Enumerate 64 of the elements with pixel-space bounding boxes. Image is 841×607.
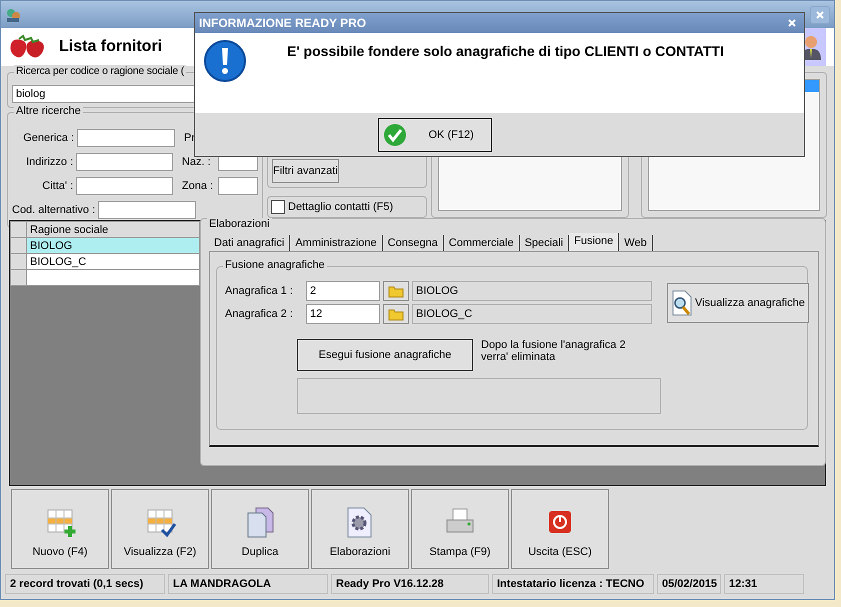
folder-icon [388,284,404,298]
readonly-field: BIOLOG [412,281,652,301]
field-label: Naz. : [182,156,212,168]
row-header [10,270,26,286]
status-field: 2 record trovati (0,1 secs) [5,574,165,594]
checkbox[interactable] [271,200,285,214]
table-cell[interactable]: BIOLOG [26,238,200,254]
input-field[interactable] [218,177,258,195]
group-label: Fusione anagrafiche [223,259,327,271]
toolbar-button[interactable]: Visualizza (F2) [111,489,209,569]
browse-button[interactable] [383,304,409,324]
close-icon [787,18,797,28]
field-label: Cod. alternativo : [12,204,96,216]
input-field[interactable] [76,177,173,195]
browse-button[interactable] [383,281,409,301]
merge-button[interactable]: Esegui fusione anagrafiche [297,339,473,371]
toolbar-button[interactable]: Elaborazioni [311,489,409,569]
status-field: 05/02/2015 [657,574,721,594]
group-label: Altre ricerche [14,105,83,117]
close-button[interactable] [810,6,830,24]
close-icon [815,10,825,20]
toolbar-button[interactable]: Stampa (F9) [411,489,509,569]
readonly-field: BIOLOG_C [412,304,652,324]
status-field: Ready Pro V16.12.28 [331,574,489,594]
table-cell[interactable]: BIOLOG_C [26,254,200,270]
row-header[interactable] [10,238,26,254]
field-label: Anagrafica 1 : [225,285,294,297]
toolbar-button[interactable]: Duplica [211,489,309,569]
field-label: Pr [184,132,196,144]
group-label: Elaborazioni [207,218,272,230]
note-text: Dopo la fusione l'anagrafica 2 verra' eliminata [481,339,627,363]
field-label: Zona : [182,180,214,192]
folder-icon [388,307,404,321]
group-label: Ricerca per codice o ragione sociale ( [14,65,186,77]
filter-button[interactable]: Filtri avanzati [272,159,339,183]
page-title: Lista fornitori [59,38,162,56]
field-label: Citta' : [41,180,74,192]
dialog-title: INFORMAZIONE READY PRO [199,16,366,30]
checkbox-row[interactable]: Dettaglio contatti (F5) [267,196,427,218]
status-field: 12:31 [724,574,804,594]
input-field[interactable] [77,129,175,147]
document-search-icon [671,290,693,316]
tab[interactable]: Fusione [569,233,620,251]
column-header: Ragione sociale [26,222,200,238]
info-icon [203,39,247,83]
field-label: Generica : [22,132,74,144]
input-field[interactable]: 2 [306,281,380,301]
view-button[interactable]: Visualizza anagrafiche [667,283,809,323]
status-field: Intestatario licenza : TECNO [492,574,654,594]
row-header[interactable] [10,254,26,270]
input-field[interactable] [98,201,196,219]
input-field[interactable]: 12 [306,304,380,324]
status-field: LA MANDRAGOLA [168,574,328,594]
dialog-message: E' possibile fondere solo anagrafiche di tipo CLIENTI o CONTATTI [287,42,724,61]
checkmark-icon [382,122,406,146]
toolbar-button[interactable]: Nuovo (F4) [11,489,109,569]
field-label: Indirizzo : [25,156,74,168]
checkbox-label: Dettaglio contatti (F5) [288,201,394,213]
input-field[interactable] [76,153,173,171]
field-label: Anagrafica 2 : [225,308,294,320]
row-header [10,222,26,238]
app-icon [5,6,21,22]
ok-button[interactable]: OK (F12) [378,118,492,152]
toolbar-button[interactable]: Uscita (ESC) [511,489,609,569]
